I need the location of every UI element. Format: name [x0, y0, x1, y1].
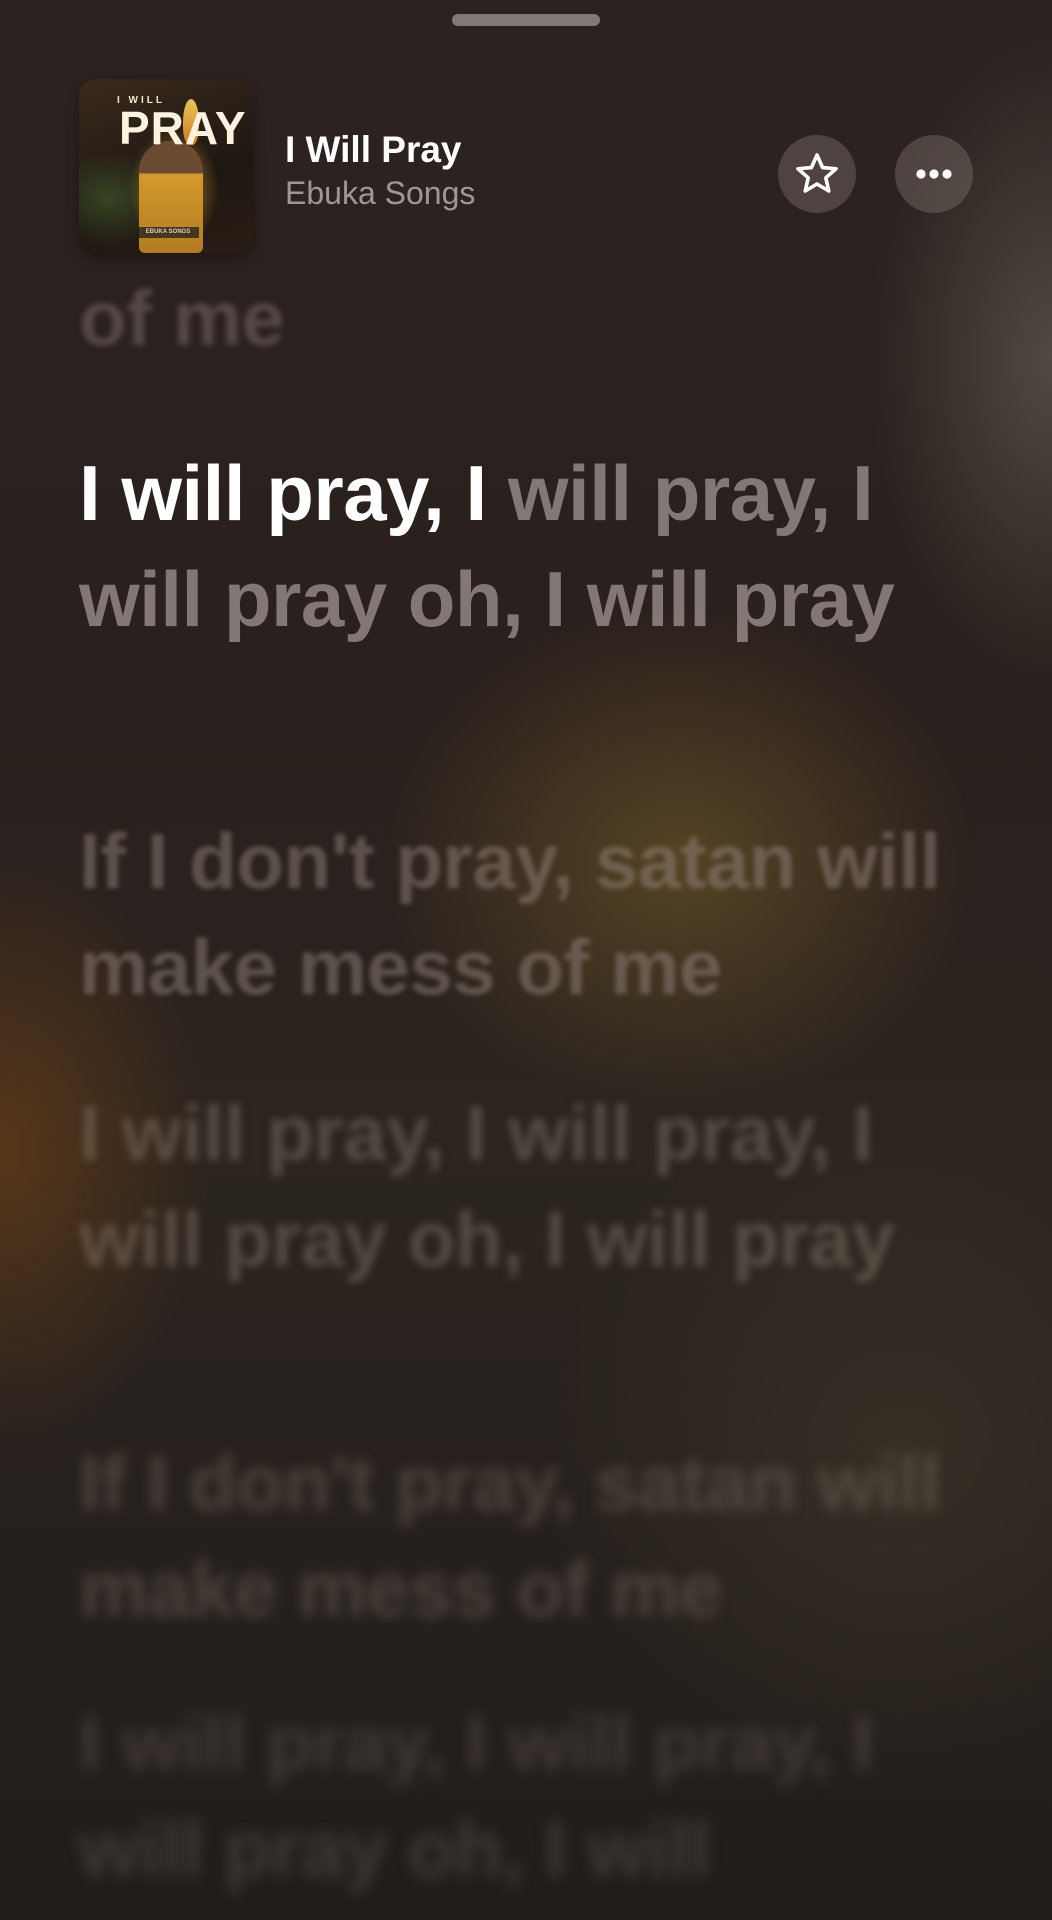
- lyric-line-current[interactable]: I will pray, I will pray, I will pray oh…: [79, 440, 959, 652]
- lyric-line-next[interactable]: If I don't pray, satan will make mess of…: [79, 808, 959, 1020]
- album-art[interactable]: I WILL PRAY EBUKA SONGS: [79, 79, 253, 253]
- ellipsis-icon: [916, 169, 952, 179]
- lyrics-screen: I WILL PRAY EBUKA SONGS I Will Pray Ebuk…: [0, 0, 1052, 1920]
- sheet-grabber[interactable]: [452, 14, 600, 26]
- more-button[interactable]: [895, 135, 973, 213]
- now-playing-header: I WILL PRAY EBUKA SONGS I Will Pray Ebuk…: [79, 79, 979, 255]
- lyric-line-next[interactable]: I will pray, I will pray, I will pray oh…: [79, 1080, 959, 1292]
- track-title[interactable]: I Will Pray: [285, 129, 462, 171]
- lyric-line-previous[interactable]: of me: [79, 265, 959, 371]
- lyric-line-next[interactable]: I will pray, I will pray, I will pray oh…: [79, 1690, 959, 1920]
- lyric-sung-text: I will pray, I: [79, 449, 508, 537]
- favorite-button[interactable]: [778, 135, 856, 213]
- lyric-line-next[interactable]: If I don't pray, satan will make mess of…: [79, 1430, 959, 1642]
- album-art-big-text: PRAY: [119, 102, 247, 154]
- track-artist[interactable]: Ebuka Songs: [285, 175, 475, 212]
- star-icon: [796, 153, 838, 193]
- album-art-label: EBUKA SONGS: [137, 227, 199, 238]
